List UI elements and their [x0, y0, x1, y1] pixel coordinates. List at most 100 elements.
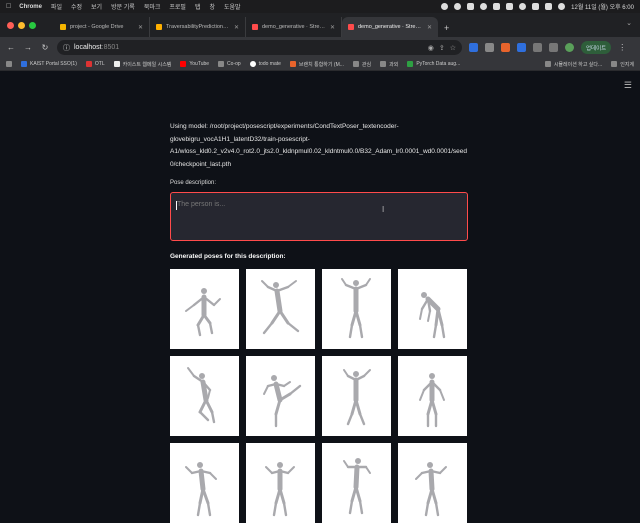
reload-icon[interactable]: ↻ — [40, 43, 50, 52]
pose-limb — [346, 412, 354, 426]
bookmark-item[interactable]: 시뮬레이션 하고 싶다... — [544, 61, 602, 68]
bookmark-item[interactable]: 관심 — [352, 61, 371, 68]
update-button[interactable]: 업데이트 — [581, 41, 612, 54]
bookmark-item[interactable]: todo mate — [249, 61, 281, 67]
pose-head — [355, 458, 361, 464]
tab-traversability[interactable]: TraversabilityPredictionNetwo ✕ — [150, 17, 246, 37]
pose-limb — [202, 313, 212, 325]
close-tab-icon[interactable]: ✕ — [330, 24, 335, 31]
status-icon[interactable] — [493, 3, 501, 10]
tab-google-drive[interactable]: project - Google Drive ✕ — [54, 17, 150, 37]
bookmark-label: OTL — [94, 61, 105, 67]
google-lens-icon[interactable]: ◉ — [428, 44, 434, 52]
status-icon[interactable] — [441, 3, 449, 10]
pose-limb — [187, 367, 195, 377]
bookmark-star-icon[interactable]: ☆ — [450, 44, 456, 52]
menubar-clock[interactable]: 12월 11일 (월) 오후 6:00 — [571, 2, 634, 11]
pose-limb — [207, 389, 211, 399]
google-drive-icon — [60, 24, 66, 30]
pose-limb — [198, 398, 208, 414]
bookmark-item[interactable] — [6, 61, 12, 67]
pose-limb — [430, 398, 438, 416]
menu-file[interactable]: 파일 — [51, 2, 62, 11]
pose-limb — [348, 323, 354, 339]
tab-label: project - Google Drive — [70, 24, 124, 30]
menu-window[interactable]: 창 — [209, 2, 215, 11]
puzzle-icon[interactable] — [533, 43, 542, 52]
pose-limb — [358, 412, 366, 426]
pose-limb — [196, 501, 202, 517]
new-tab-button[interactable]: + — [438, 23, 455, 37]
close-tab-icon[interactable]: ✕ — [138, 24, 143, 31]
bookmark-label: Co-op — [227, 61, 241, 67]
app-name[interactable]: Chrome — [19, 4, 42, 10]
status-icon[interactable] — [480, 3, 488, 10]
avatar[interactable] — [565, 43, 574, 52]
browser-toolbar: ← → ↻ ⓘ localhost:8501 ◉ ⇪ ☆ 업데이트 ⋮ — [0, 37, 640, 58]
close-tab-icon[interactable]: ✕ — [427, 24, 432, 31]
menu-profile[interactable]: 프로필 — [169, 2, 186, 11]
pose-description-input[interactable]: The person is... I — [170, 192, 468, 241]
browser-menu-icon[interactable]: ⋮ — [618, 43, 626, 52]
app-menu-icon[interactable]: ☰ — [624, 80, 632, 91]
bookmark-item[interactable]: YouTube — [180, 61, 209, 67]
pose-limb — [196, 313, 206, 327]
tab-streamlit-active[interactable]: demo_generative · Streamlit ✕ — [342, 17, 438, 37]
pose-figure — [343, 458, 371, 515]
bookmark-item[interactable]: 인지계 — [611, 61, 634, 68]
address-bar[interactable]: ⓘ localhost:8501 ◉ ⇪ ☆ — [57, 40, 462, 55]
pose-image — [170, 356, 239, 436]
bookmark-item[interactable]: 브랜치 통합하기 (M... — [289, 61, 344, 68]
folder-icon — [218, 61, 225, 67]
pose-limb — [272, 501, 278, 517]
close-tab-icon[interactable]: ✕ — [234, 24, 239, 31]
siri-icon[interactable] — [558, 3, 566, 10]
side-panel-icon[interactable] — [549, 43, 558, 52]
apple-icon[interactable]:  — [6, 3, 11, 10]
menu-history[interactable]: 방문 기록 — [111, 2, 135, 11]
zoom-window-icon[interactable] — [29, 22, 36, 29]
wifi-icon[interactable] — [519, 3, 527, 10]
menu-tab[interactable]: 탭 — [195, 2, 201, 11]
menu-help[interactable]: 도움말 — [224, 2, 241, 11]
tab-label: demo_generative · Streamlit — [262, 24, 327, 30]
tab-streamlit-1[interactable]: demo_generative · Streamlit ✕ — [246, 17, 342, 37]
extension-icon[interactable] — [469, 43, 478, 52]
bookmark-item[interactable]: 카이스트 웹메일 시스템 — [113, 61, 171, 68]
menu-bookmarks[interactable]: 북마크 — [144, 2, 161, 11]
tab-label: TraversabilityPredictionNetwo — [166, 24, 231, 30]
pose-head — [353, 371, 359, 377]
pose-limb — [439, 466, 447, 474]
pose-head — [273, 282, 279, 288]
bookmark-item[interactable]: OTL — [85, 61, 105, 67]
folder-icon — [611, 61, 618, 67]
input-source-icon[interactable] — [506, 3, 514, 10]
extension-icon[interactable] — [517, 43, 526, 52]
search-icon[interactable] — [532, 3, 540, 10]
bookmark-favicon-icon — [407, 61, 414, 67]
status-icon[interactable] — [454, 3, 462, 10]
bookmark-item[interactable]: 과외 — [380, 61, 398, 68]
bookmark-label: YouTube — [189, 61, 210, 67]
bookmark-item[interactable]: Co-op — [218, 61, 241, 67]
menu-view[interactable]: 보기 — [91, 2, 102, 11]
site-info-icon[interactable]: ⓘ — [63, 43, 70, 53]
close-window-icon[interactable] — [7, 22, 14, 29]
minimize-window-icon[interactable] — [18, 22, 25, 29]
share-icon[interactable]: ⇪ — [439, 44, 445, 52]
back-icon[interactable]: ← — [6, 43, 16, 52]
pose-limb — [274, 398, 282, 416]
bookmark-item[interactable]: PyTorch Data aug... — [407, 61, 460, 67]
control-center-icon[interactable] — [545, 3, 553, 10]
pose-limb — [440, 323, 446, 339]
tab-search-chevron-icon[interactable]: ⌄ — [626, 19, 632, 27]
menu-edit[interactable]: 수정 — [71, 2, 82, 11]
extension-icon[interactable] — [501, 43, 510, 52]
status-icon[interactable] — [467, 3, 475, 10]
pose-placeholder: The person is... — [177, 201, 226, 208]
bookmark-label: 인지계 — [620, 61, 634, 68]
pose-limb — [288, 384, 302, 396]
bookmark-item[interactable]: KAIST Portal SSO(1) — [21, 61, 77, 67]
forward-icon[interactable]: → — [23, 43, 33, 52]
extension-icon[interactable] — [485, 43, 494, 52]
